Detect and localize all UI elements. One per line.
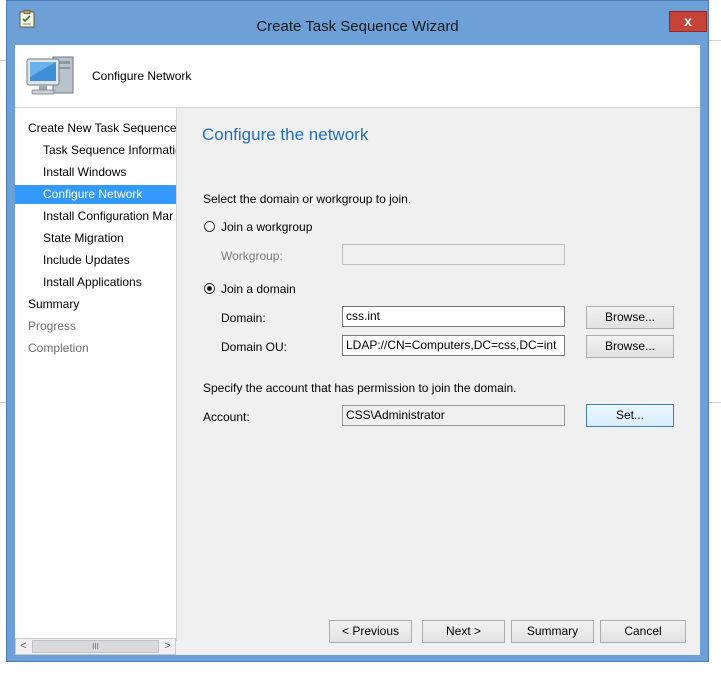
page-title: Configure the network	[202, 125, 369, 144]
account-set-button[interactable]: Set...	[586, 404, 674, 427]
summary-button[interactable]: Summary	[511, 620, 594, 643]
nav-item-create-new-task-sequence[interactable]: Create New Task Sequence	[15, 119, 176, 138]
next-button[interactable]: Next >	[422, 620, 505, 643]
close-button[interactable]: x	[669, 11, 707, 32]
nav-horizontal-scrollbar[interactable]: < III >	[15, 638, 176, 655]
domain-ou-label: Domain OU:	[221, 340, 288, 354]
domain-ou-field[interactable]: LDAP://CN=Computers,DC=css,DC=int	[342, 335, 565, 356]
title-bar[interactable]: Create Task Sequence Wizard x	[7, 1, 708, 45]
scroll-left-button[interactable]: <	[16, 639, 31, 654]
nav-item-configure-network[interactable]: Configure Network	[15, 185, 176, 204]
domain-ou-browse-button[interactable]: Browse...	[586, 335, 674, 358]
workgroup-radio[interactable]	[204, 221, 215, 232]
wizard-window: Create Task Sequence Wizard x Configure …	[6, 0, 709, 662]
domain-label: Domain:	[221, 311, 266, 325]
domain-radio[interactable]	[204, 283, 215, 294]
computer-icon	[26, 56, 74, 95]
content-panel: Configure the network Select the domain …	[186, 108, 700, 641]
nav-item-install-configuration-manager[interactable]: Install Configuration Mar	[15, 207, 176, 226]
workgroup-field	[342, 244, 565, 265]
window-title: Create Task Sequence Wizard	[256, 18, 459, 35]
previous-button[interactable]: < Previous	[329, 620, 412, 643]
domain-option-label[interactable]: Join a domain	[221, 282, 296, 296]
background-divider	[708, 402, 721, 403]
cancel-button[interactable]: Cancel	[600, 620, 686, 643]
nav-item-completion: Completion	[28, 341, 89, 355]
workgroup-label: Workgroup:	[221, 249, 283, 263]
wizard-steps: Create New Task Sequence Task Sequence I…	[15, 108, 177, 641]
scroll-thumb[interactable]: III	[32, 640, 159, 653]
background-divider	[708, 40, 721, 41]
nav-item-summary[interactable]: Summary	[15, 295, 176, 314]
nav-item-install-windows[interactable]: Install Windows	[15, 163, 176, 182]
account-field: CSS\Administrator	[342, 405, 565, 426]
account-instruction: Specify the account that has permission …	[203, 381, 517, 395]
workgroup-option-label[interactable]: Join a workgroup	[221, 220, 312, 234]
nav-item-progress: Progress	[28, 319, 77, 333]
nav-item-install-applications[interactable]: Install Applications	[15, 273, 176, 292]
nav-item-include-updates[interactable]: Include Updates	[15, 251, 176, 270]
domain-field[interactable]: css.int	[342, 306, 565, 327]
join-instruction: Select the domain or workgroup to join.	[203, 192, 412, 206]
domain-browse-button[interactable]: Browse...	[586, 306, 674, 329]
wizard-header: Configure Network	[15, 45, 700, 108]
account-label: Account:	[203, 410, 250, 424]
header-title: Configure Network	[92, 69, 192, 83]
nav-item-task-sequence-information[interactable]: Task Sequence Informatio	[15, 141, 176, 160]
dialog-client: Configure Network Create New Task Sequen…	[15, 45, 700, 655]
scroll-right-button[interactable]: >	[160, 639, 175, 654]
nav-item-state-migration[interactable]: State Migration	[15, 229, 176, 248]
